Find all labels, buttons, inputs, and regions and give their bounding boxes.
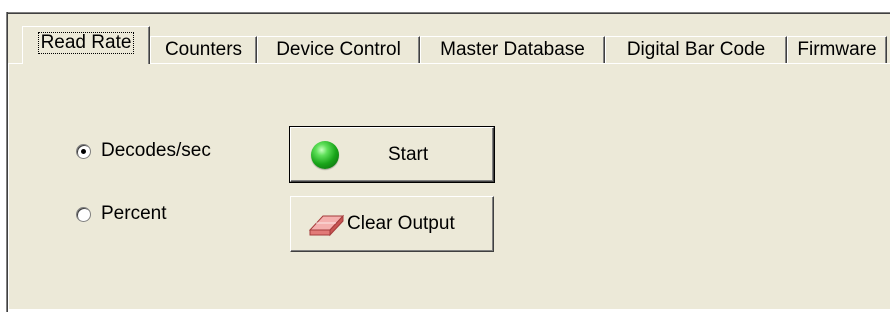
start-button[interactable]: Start xyxy=(289,126,495,183)
tab-label: Device Control xyxy=(276,39,401,60)
radio-button-selected[interactable] xyxy=(76,143,91,159)
radio-percent-label: Percent xyxy=(101,203,167,224)
eraser-icon xyxy=(308,214,345,237)
radio-button-unselected[interactable] xyxy=(76,206,91,222)
tab-counters[interactable]: Counters xyxy=(150,36,257,63)
tab-read-rate[interactable]: Read Rate xyxy=(22,26,150,64)
tab-device-control[interactable]: Device Control xyxy=(257,36,420,63)
app-window: Read Rate Counters Device Control Master… xyxy=(0,0,890,312)
read-rate-panel xyxy=(8,63,890,311)
clear-output-button[interactable]: Clear Output xyxy=(290,196,494,252)
start-button-label: Start xyxy=(388,143,429,165)
radio-decodes-label: Decodes/sec xyxy=(101,140,211,161)
tab-label: Counters xyxy=(164,39,243,60)
tab-label: Read Rate xyxy=(37,32,135,54)
tab-digital-bar-code[interactable]: Digital Bar Code xyxy=(605,36,787,63)
clear-output-label: Clear Output xyxy=(347,213,455,234)
tab-label: Digital Bar Code xyxy=(626,39,766,60)
radio-decodes-per-sec[interactable]: Decodes/sec xyxy=(76,140,211,162)
tab-firmware[interactable]: Firmware xyxy=(787,36,887,63)
tab-label: Firmware xyxy=(797,39,877,60)
tab-label: Master Database xyxy=(440,39,585,60)
tab-master-database[interactable]: Master Database xyxy=(420,36,605,63)
radio-percent[interactable]: Percent xyxy=(76,203,166,225)
radio-dot-icon xyxy=(81,148,86,154)
green-ball-icon xyxy=(311,140,339,169)
